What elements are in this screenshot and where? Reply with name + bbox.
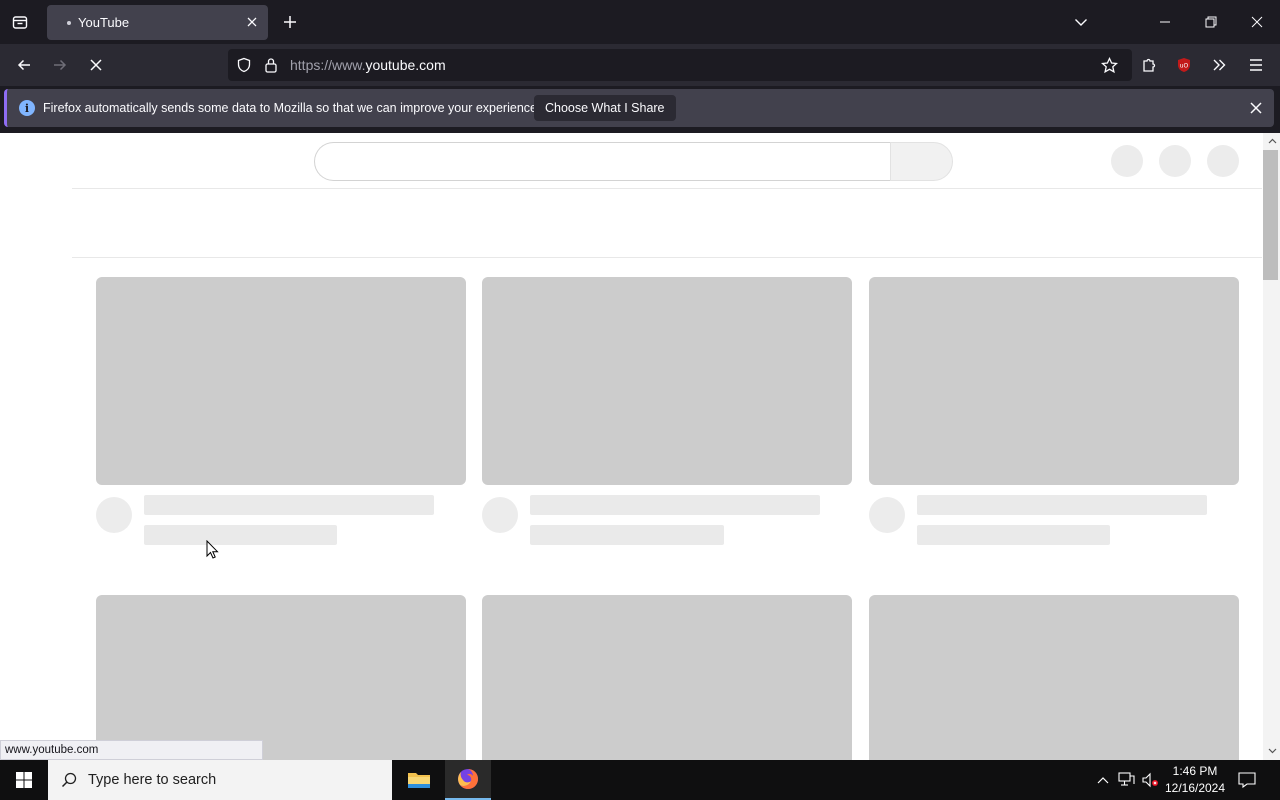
- clock-time: 1:46 PM: [1172, 764, 1218, 778]
- scrollbar-thumb[interactable]: [1263, 150, 1278, 280]
- scroll-down-arrow-icon[interactable]: [1267, 746, 1277, 756]
- list-all-tabs-chevron-down-icon[interactable]: [1070, 11, 1092, 33]
- tray-chevron-up-icon[interactable]: [1095, 772, 1111, 788]
- avatar-skeleton: [1207, 145, 1239, 177]
- mouse-cursor-icon: [206, 539, 220, 560]
- tracking-shield-icon[interactable]: [234, 55, 254, 75]
- forward-arrow-right-icon[interactable]: [48, 53, 72, 77]
- info-icon: i: [19, 100, 35, 116]
- firefox-taskbar-icon[interactable]: [445, 760, 491, 800]
- video-thumbnail-skeleton: [96, 595, 466, 760]
- channel-avatar-skeleton: [869, 497, 905, 533]
- channel-avatar-skeleton: [96, 497, 132, 533]
- taskbar-search-placeholder: Type here to search: [88, 772, 217, 788]
- notification-message: Firefox automatically sends some data to…: [43, 101, 541, 115]
- video-thumbnail-skeleton: [482, 595, 852, 760]
- header-icon-skeleton: [1159, 145, 1191, 177]
- video-meta-skeleton: [144, 525, 337, 545]
- url-prefix: https://www.: [290, 57, 366, 73]
- notification-close-icon[interactable]: [1246, 98, 1266, 118]
- minimize-icon[interactable]: [1142, 0, 1188, 44]
- tab-strip: YouTube: [0, 0, 1280, 44]
- tab-title: YouTube: [78, 15, 130, 30]
- video-title-skeleton: [530, 495, 820, 515]
- overflow-chevrons-right-icon[interactable]: [1207, 53, 1231, 77]
- chips-divider: [72, 257, 1262, 258]
- video-thumbnail-skeleton: [869, 595, 1239, 760]
- url-text: https://www.youtube.com: [290, 57, 446, 73]
- ublock-icon[interactable]: uO: [1172, 53, 1196, 77]
- video-thumbnail-skeleton: [482, 277, 852, 485]
- svg-text:uO: uO: [1180, 63, 1189, 70]
- header-icon-skeleton: [1111, 145, 1143, 177]
- telemetry-notification-bar: i Firefox automatically sends some data …: [4, 89, 1274, 127]
- search-input-skeleton[interactable]: [314, 142, 891, 181]
- web-content: [0, 133, 1280, 760]
- stop-loading-icon[interactable]: [84, 53, 108, 77]
- lock-icon[interactable]: [261, 55, 281, 75]
- page-scrollbar[interactable]: [1263, 133, 1280, 760]
- windows-start-icon[interactable]: [0, 760, 48, 800]
- url-bar[interactable]: https://www.youtube.com: [228, 49, 1132, 81]
- video-title-skeleton: [917, 495, 1207, 515]
- url-domain: youtube.com: [365, 57, 446, 73]
- taskbar-search-box[interactable]: Type here to search: [48, 760, 392, 800]
- search-icon: [60, 771, 78, 789]
- file-explorer-icon[interactable]: [396, 760, 442, 800]
- back-arrow-left-icon[interactable]: [12, 53, 36, 77]
- clock-date: 12/16/2024: [1164, 781, 1226, 795]
- network-icon[interactable]: [1117, 771, 1137, 789]
- scroll-up-arrow-icon[interactable]: [1267, 136, 1277, 146]
- extensions-puzzle-icon[interactable]: [1137, 53, 1161, 77]
- desktop-screen: YouTube https://www.youtube.com uO i Fir…: [0, 0, 1280, 800]
- tab-list-icon[interactable]: [8, 10, 32, 34]
- video-thumbnail-skeleton: [96, 277, 466, 485]
- new-tab-plus-icon[interactable]: [279, 11, 301, 33]
- channel-avatar-skeleton: [482, 497, 518, 533]
- navigation-toolbar: https://www.youtube.com uO: [0, 44, 1280, 86]
- window-close-icon[interactable]: [1234, 0, 1280, 44]
- video-meta-skeleton: [530, 525, 724, 545]
- tab-youtube[interactable]: YouTube: [47, 5, 268, 40]
- video-title-skeleton: [144, 495, 434, 515]
- bookmark-star-icon[interactable]: [1098, 54, 1120, 76]
- header-divider: [72, 188, 1262, 189]
- action-center-icon[interactable]: [1236, 770, 1258, 790]
- restore-icon[interactable]: [1188, 0, 1234, 44]
- video-thumbnail-skeleton: [869, 277, 1239, 485]
- link-status-bar: www.youtube.com: [0, 740, 263, 760]
- taskbar-clock[interactable]: 1:46 PM 12/16/2024: [1162, 763, 1228, 797]
- volume-muted-icon[interactable]: [1140, 771, 1160, 789]
- app-menu-hamburger-icon[interactable]: [1244, 53, 1268, 77]
- video-meta-skeleton: [917, 525, 1110, 545]
- tab-close-icon[interactable]: [242, 12, 262, 32]
- choose-what-i-share-button[interactable]: Choose What I Share: [534, 95, 676, 121]
- tab-loading-indicator: [67, 21, 71, 25]
- windows-taskbar: Type here to search 1:46 PM 12/16/2024: [0, 760, 1280, 800]
- search-button-skeleton[interactable]: [890, 142, 953, 181]
